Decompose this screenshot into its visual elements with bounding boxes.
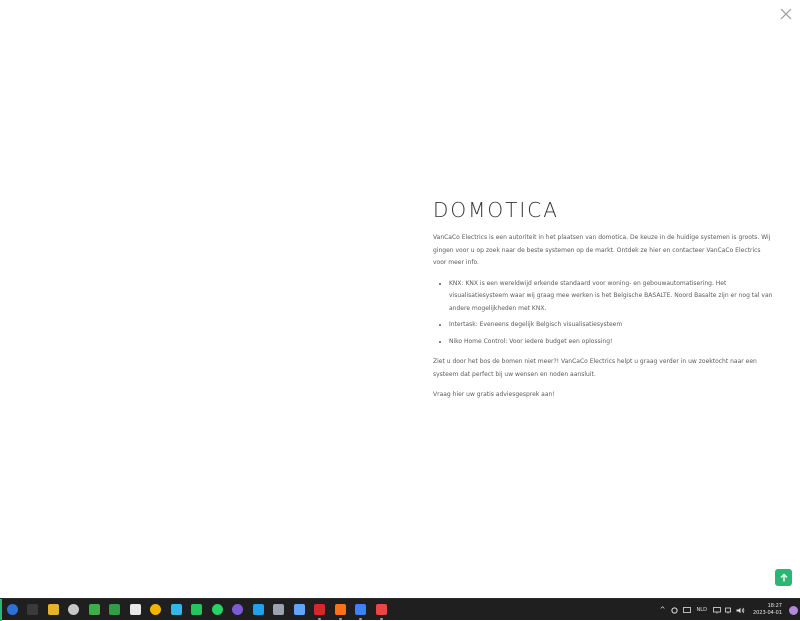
network-icon [725, 607, 731, 613]
taskbar-app-green-chart[interactable] [84, 599, 105, 621]
taskbar-app-whatsapp[interactable] [207, 599, 228, 621]
app-green-chart-icon [88, 604, 100, 615]
running-indicator [318, 618, 322, 620]
taskbar-app-yellow-folder[interactable] [43, 599, 64, 621]
running-indicator [359, 618, 363, 620]
arrow-up-icon [780, 573, 787, 581]
systems-list: KNX: KNX is een wereldwijd erkende stand… [433, 278, 773, 349]
app-filezilla-icon [314, 604, 326, 615]
cta-paragraph: Vraag hier uw gratis adviesgesprek aan! [433, 391, 555, 398]
tray-circle-icon [671, 606, 678, 614]
language-indicator[interactable]: NLD [693, 607, 711, 613]
app-network-icon [273, 604, 285, 615]
taskbar-app-tumblr[interactable] [125, 599, 146, 621]
tray-overflow-button[interactable]: ^ [657, 599, 669, 621]
app-green-bolt-icon [191, 604, 203, 615]
app-play-icon [170, 604, 182, 615]
keyboard-icon [682, 607, 691, 613]
monitor-icon [713, 606, 721, 613]
taskbar: ^ NLD 18:27 2023-04-01 [0, 598, 800, 621]
close-icon [780, 8, 792, 20]
tray-app-icon[interactable] [669, 599, 681, 621]
taskbar-app-editor[interactable] [371, 599, 392, 621]
clock-time: 18:27 [767, 603, 782, 609]
tray-volume-icon[interactable] [735, 599, 747, 621]
taskbar-app-tools[interactable] [289, 599, 310, 621]
running-indicator [379, 618, 383, 620]
list-item-knx: KNX: KNX is een wereldwijd erkende stand… [449, 278, 773, 316]
article: DOMOTICA VanCaCo Electrics is een autori… [433, 196, 773, 410]
app-yellow-folder-icon [47, 604, 59, 615]
outro-paragraph: Ziet u door het bos de bomen niet meer?!… [433, 358, 757, 378]
app-paint-icon [355, 604, 367, 615]
taskbar-app-paint[interactable] [351, 599, 372, 621]
taskbar-app-play[interactable] [166, 599, 187, 621]
list-item-intertask: Intertask: Eveneens degelijk Belgisch vi… [449, 319, 773, 332]
taskbar-app-green-tiles[interactable] [105, 599, 126, 621]
taskbar-app-settings[interactable] [64, 599, 85, 621]
app-tools-icon [293, 604, 305, 615]
taskbar-app-purple-circle[interactable] [228, 599, 249, 621]
scroll-to-top-button[interactable] [775, 569, 792, 586]
app-blue-circle-icon [6, 604, 18, 615]
app-editor-icon [375, 604, 387, 615]
clock-date: 2023-04-01 [752, 610, 782, 616]
notification-icon [788, 605, 798, 615]
app-chrome-icon [150, 604, 162, 615]
app-green-tiles-icon [109, 604, 121, 615]
tray-network-icon[interactable] [723, 599, 735, 621]
intro-paragraph: VanCaCo Electrics is een autoriteit in h… [433, 234, 771, 266]
taskbar-app-bird[interactable] [248, 599, 269, 621]
app-purple-circle-icon [232, 604, 244, 615]
tray-keyboard-icon[interactable] [681, 599, 693, 621]
app-terminal-icon [27, 604, 39, 615]
taskbar-apps [2, 599, 392, 621]
taskbar-app-blue-circle[interactable] [2, 599, 23, 621]
app-settings-icon [68, 604, 80, 615]
running-indicator [338, 618, 342, 620]
taskbar-app-network[interactable] [269, 599, 290, 621]
page-title: DOMOTICA [433, 198, 559, 222]
system-tray: ^ NLD 18:27 2023-04-01 [657, 599, 800, 621]
taskbar-app-xampp[interactable] [330, 599, 351, 621]
app-xampp-icon [334, 604, 346, 615]
notification-button[interactable] [786, 599, 800, 621]
app-whatsapp-icon [211, 604, 223, 615]
app-tumblr-icon [129, 604, 141, 615]
speaker-icon [736, 607, 745, 613]
clock[interactable]: 18:27 2023-04-01 [747, 603, 786, 617]
taskbar-app-green-bolt[interactable] [187, 599, 208, 621]
close-button[interactable] [778, 6, 794, 22]
tray-display-icon[interactable] [711, 599, 723, 621]
app-bird-icon [252, 604, 264, 615]
taskbar-app-terminal[interactable] [23, 599, 44, 621]
list-item-niko: Niko Home Control: Voor iedere budget ee… [449, 336, 773, 349]
taskbar-app-chrome[interactable] [146, 599, 167, 621]
taskbar-app-filezilla[interactable] [310, 599, 331, 621]
web-page: DOMOTICA VanCaCo Electrics is een autori… [0, 0, 800, 598]
